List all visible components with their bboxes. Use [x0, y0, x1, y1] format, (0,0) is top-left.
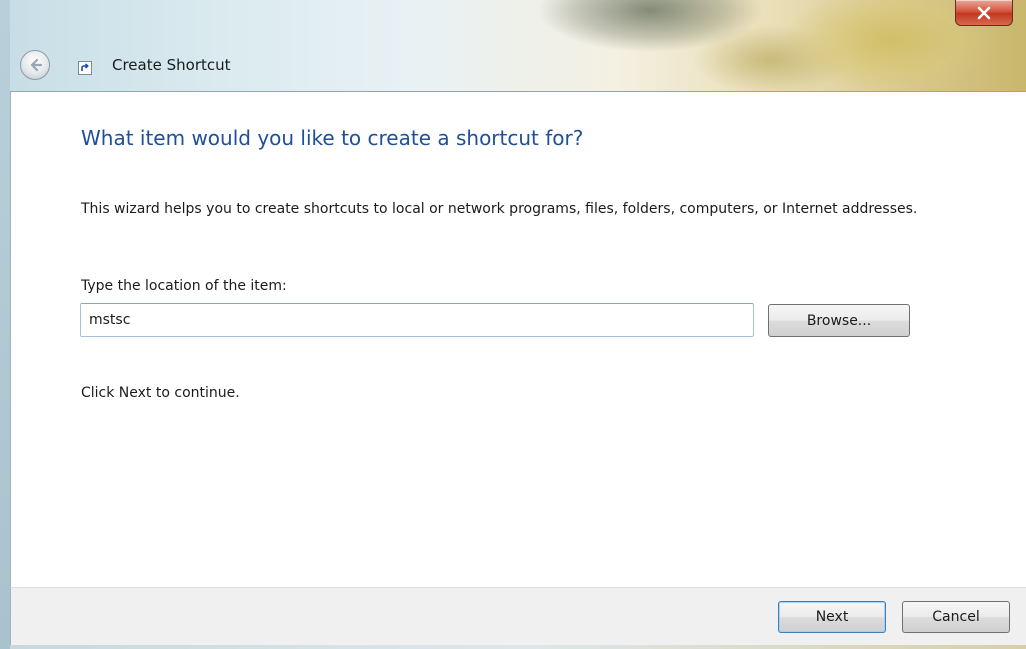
shortcut-icon [78, 61, 92, 75]
location-label: Type the location of the item: [81, 278, 287, 294]
wizard-description: This wizard helps you to create shortcut… [81, 201, 918, 217]
location-input[interactable] [80, 303, 754, 337]
wizard-footer: Next Cancel [10, 587, 1026, 645]
aero-glass-background [470, 0, 1026, 100]
page-heading: What item would you like to create a sho… [81, 126, 584, 150]
window-bottom-frame [10, 645, 1026, 649]
close-icon [977, 6, 991, 19]
back-button[interactable] [20, 50, 50, 80]
browse-button[interactable]: Browse... [768, 304, 910, 337]
cancel-button[interactable]: Cancel [902, 601, 1010, 633]
create-shortcut-window: Create Shortcut What item would you like… [0, 0, 1026, 649]
window-title: Create Shortcut [112, 56, 231, 74]
window-left-frame [0, 0, 10, 649]
continue-instruction: Click Next to continue. [81, 385, 240, 401]
back-arrow-icon [30, 58, 43, 72]
next-button[interactable]: Next [778, 601, 886, 633]
close-button[interactable] [955, 0, 1013, 26]
wizard-content-panel: What item would you like to create a sho… [10, 91, 1026, 587]
